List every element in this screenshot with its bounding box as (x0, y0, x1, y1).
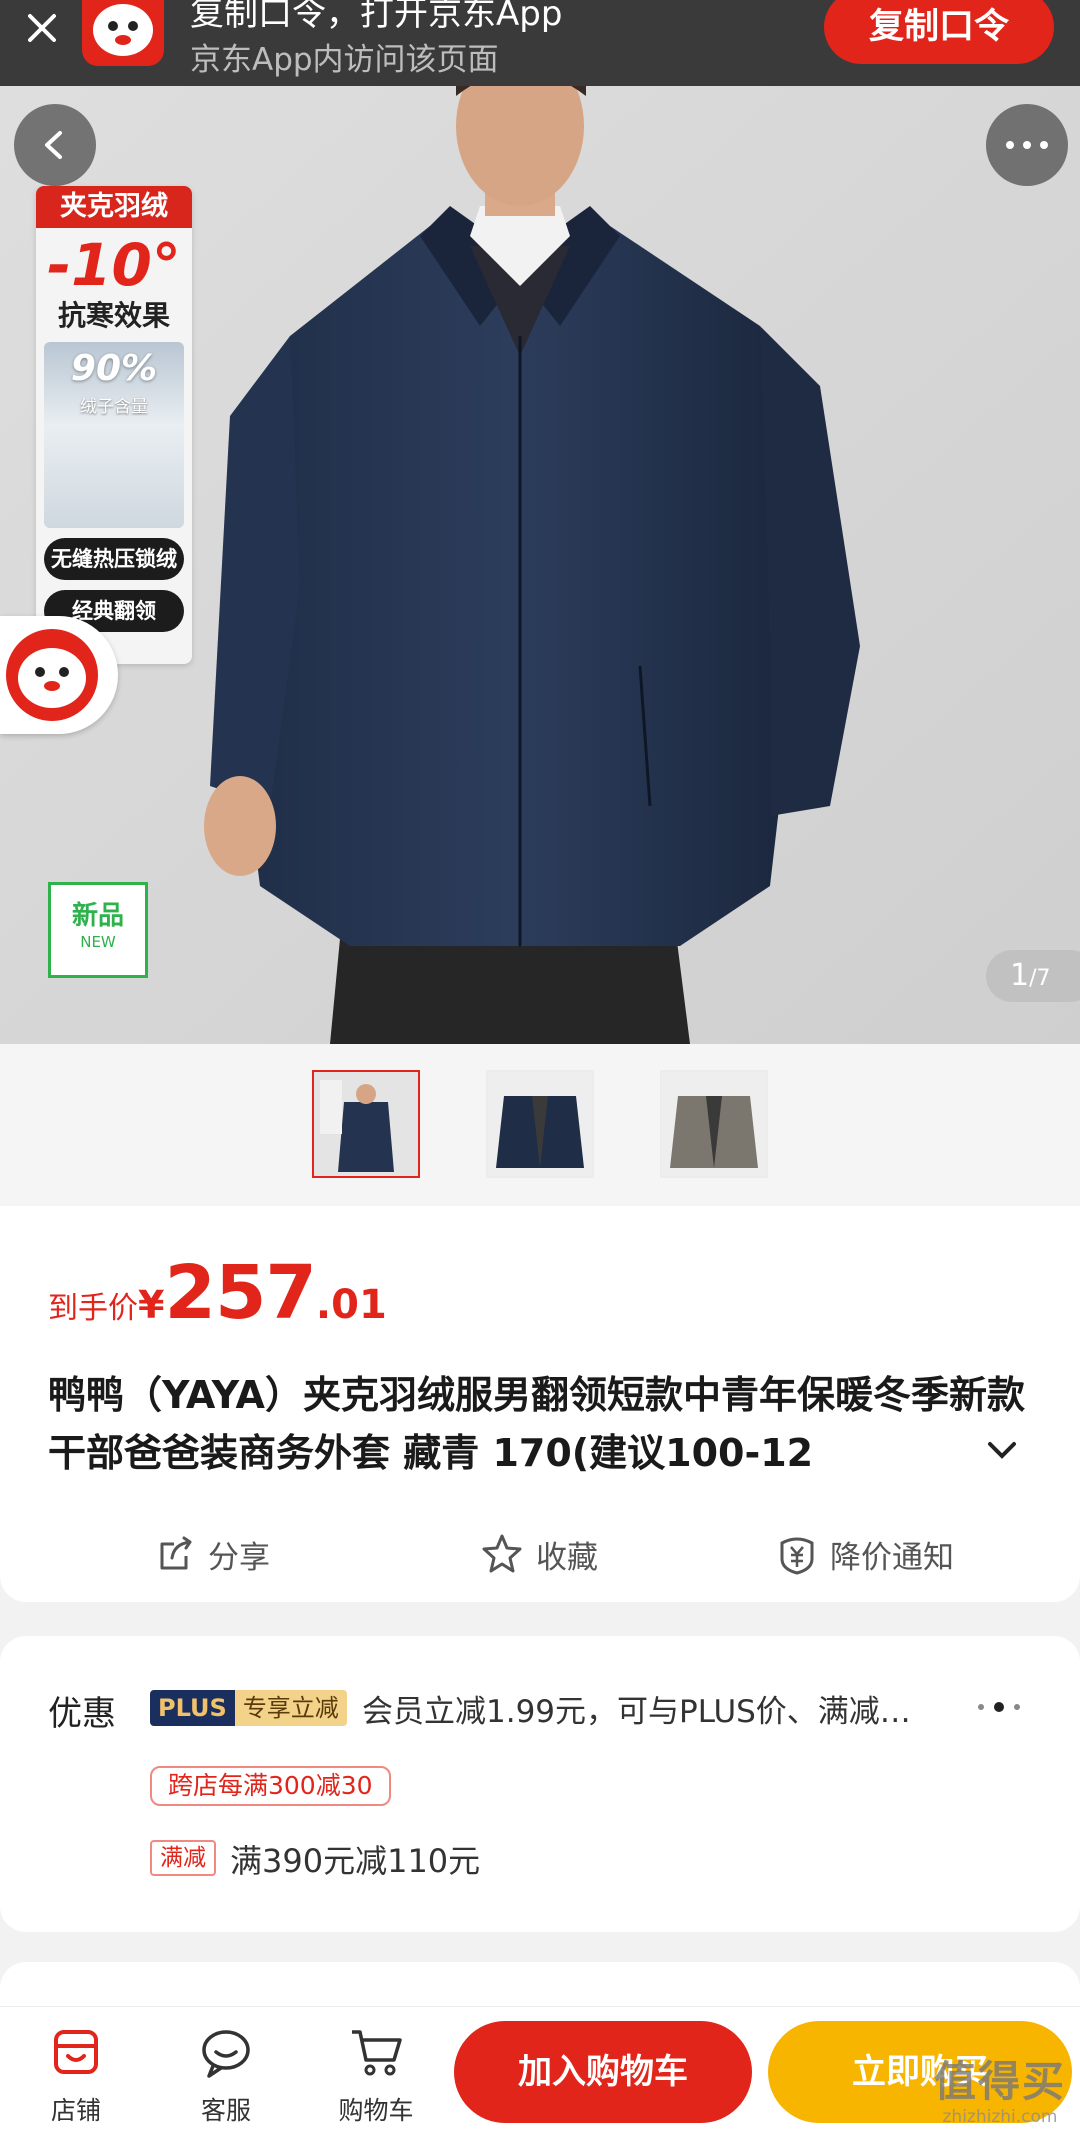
more-offers-icon[interactable] (978, 1702, 1020, 1712)
promo-percent-label: 绒子含量 (80, 397, 148, 417)
gallery-counter: 1/7 (986, 950, 1080, 1002)
share-icon (160, 1536, 192, 1570)
price-alert-label: 降价通知 (830, 1539, 954, 1576)
thumbnail-3[interactable] (660, 1070, 768, 1178)
store-label: 店铺 (50, 2096, 101, 2125)
more-options-button[interactable] (986, 104, 1068, 186)
new-product-badge: 新品 NEW (48, 882, 148, 978)
offers-section[interactable]: 优惠 PLUS 专享立减 会员立减1.99元，可与PLUS价、满减… 跨店每满30… (0, 1636, 1080, 1932)
watermark-text: 值得买 (933, 2057, 1066, 2106)
jd-logo (82, 0, 164, 66)
offers-label: 优惠 (48, 1694, 116, 1734)
promo-percent: 90% (70, 348, 158, 389)
plus-badge: PLUS 专享立减 (150, 1690, 347, 1726)
more-icon (1006, 141, 1048, 149)
close-icon[interactable] (22, 8, 62, 48)
product-actions: 分享 收藏 降价通知 (0, 1524, 1080, 1584)
price-tag-icon (780, 1537, 814, 1575)
price-decimal: .01 (315, 1282, 387, 1328)
thumbnail-2[interactable] (486, 1070, 594, 1178)
price-label: 到手价 (48, 1291, 138, 1326)
customer-service-icon (202, 2030, 250, 2078)
new-badge-en: NEW (80, 933, 116, 951)
price: 到手价¥257.01 (48, 1250, 387, 1336)
bottom-action-bar: 店铺 客服 购物车 加入购物车 立即购买 (0, 2006, 1080, 2138)
service-tab[interactable]: 客服 (176, 2021, 276, 2127)
product-title: 鸭鸭（YAYA）夹克羽绒服男翻领短款中青年保暖冬季新款干部爸爸装商务外套 藏青 … (48, 1373, 1025, 1475)
plus-offer-text: 会员立减1.99元，可与PLUS价、满减… (362, 1694, 911, 1730)
product-info-card: 到手价¥257.01 鸭鸭（YAYA）夹克羽绒服男翻领短款中青年保暖冬季新款干部… (0, 1206, 1080, 1602)
currency-symbol: ¥ (138, 1283, 165, 1327)
thumbnail-1[interactable] (312, 1070, 420, 1178)
promo-temperature: -10° (47, 231, 181, 299)
down-feather-image: 90% 绒子含量 (44, 342, 184, 528)
price-integer: 257 (164, 1250, 316, 1336)
counter-current: 1 (1010, 958, 1030, 993)
add-to-cart-button[interactable]: 加入购物车 (454, 2021, 752, 2123)
shopping-cart-icon (352, 2030, 402, 2076)
cart-label: 购物车 (338, 2096, 414, 2125)
store-icon (54, 2030, 98, 2074)
thumbnail-strip (0, 1044, 1080, 1206)
promo-effect: 抗寒效果 (57, 299, 170, 332)
share-label: 分享 (208, 1539, 270, 1576)
plus-badge-tag: 专享立减 (234, 1690, 347, 1726)
promo-feature-seamless: 无缝热压锁绒 (44, 538, 184, 580)
jd-mascot-float[interactable] (0, 616, 118, 734)
store-tab[interactable]: 店铺 (26, 2021, 126, 2127)
service-label: 客服 (200, 2096, 251, 2125)
full-reduction-text: 满390元减110元 (230, 1842, 481, 1880)
chevron-left-icon (45, 131, 62, 159)
promo-head: 夹克羽绒 (36, 186, 192, 228)
counter-total: /7 (1029, 966, 1051, 991)
plus-badge-text: PLUS (150, 1690, 235, 1726)
price-alert-button[interactable]: 降价通知 (776, 1524, 954, 1584)
open-app-banner: 复制口令，打开京东App 京东App内访问该页面 复制口令 (0, 0, 1080, 86)
banner-subtitle: 京东App内访问该页面 (190, 42, 499, 78)
favorite-label: 收藏 (536, 1539, 598, 1576)
new-badge-cn: 新品 (71, 901, 124, 931)
favorite-button[interactable]: 收藏 (480, 1524, 598, 1584)
copy-command-button[interactable]: 复制口令 (824, 0, 1054, 64)
banner-title: 复制口令，打开京东App (190, 0, 563, 34)
watermark-url: zhizhizhi.com (942, 2107, 1058, 2127)
back-button[interactable] (14, 104, 96, 186)
down-promo-card: 夹克羽绒 -10° 抗寒效果 90% 绒子含量 无缝热压锁绒 经典翻领 (36, 186, 192, 664)
share-button[interactable]: 分享 (156, 1524, 270, 1584)
cross-store-tag: 跨店每满300减30 (150, 1766, 391, 1806)
product-gallery[interactable]: 夹克羽绒 -10° 抗寒效果 90% 绒子含量 无缝热压锁绒 经典翻领 新品 N… (0, 86, 1080, 1044)
site-watermark: 值得买 zhizhizhi.com (930, 2048, 1070, 2127)
star-icon (482, 1534, 522, 1573)
cart-tab[interactable]: 购物车 (326, 2021, 426, 2127)
chevron-down-icon[interactable] (986, 1438, 1018, 1462)
full-reduction-tag: 满减 (150, 1840, 216, 1876)
